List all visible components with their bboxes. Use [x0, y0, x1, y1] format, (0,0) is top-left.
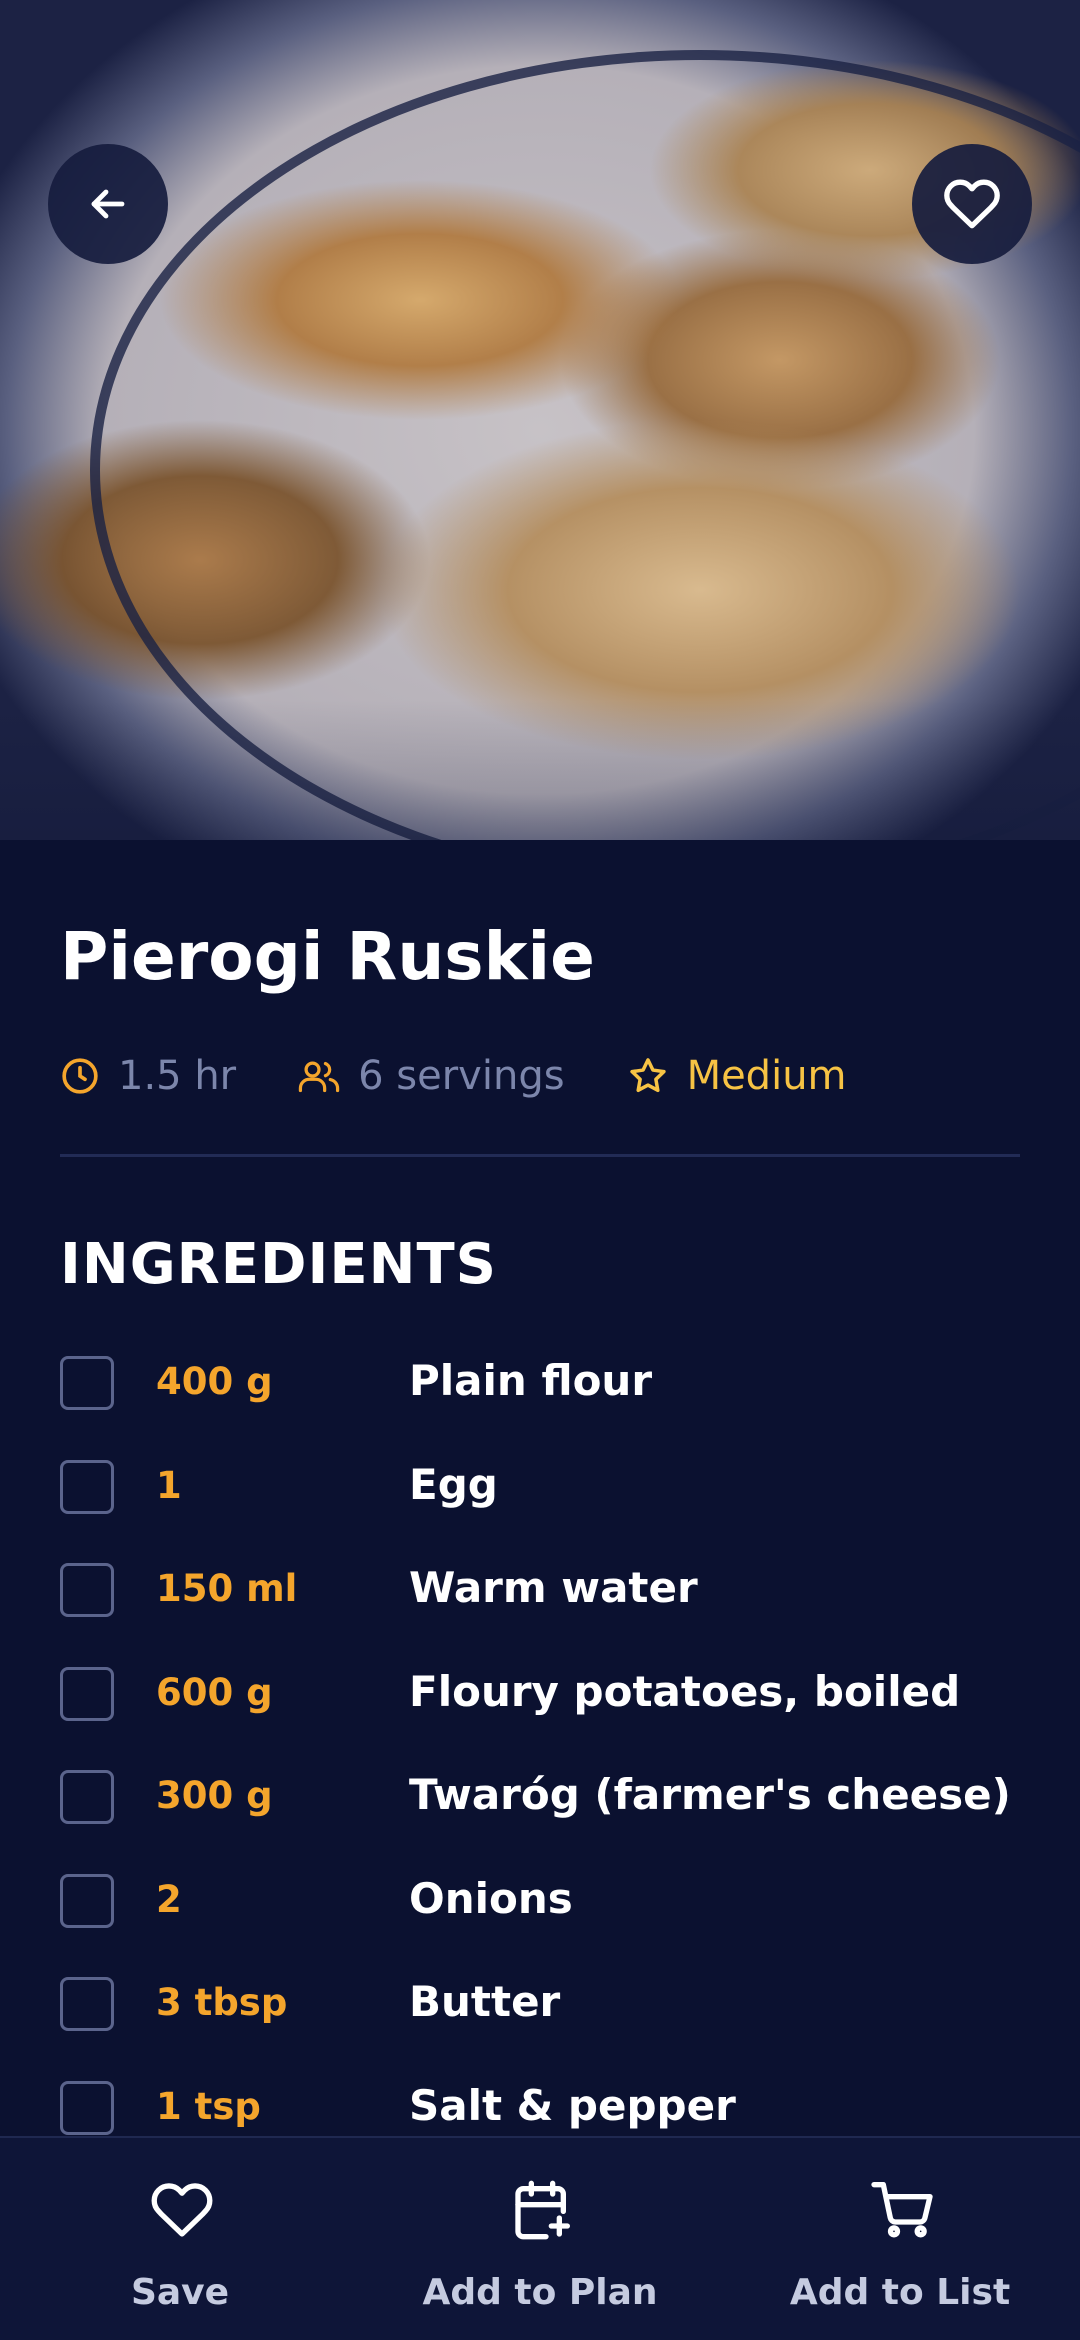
bottom-action-bar: Save Add to Plan Add to List: [0, 2136, 1080, 2340]
add-to-list-button[interactable]: Add to List: [720, 2138, 1080, 2340]
ingredient-name: Onions: [409, 1874, 573, 1923]
ingredient-checkbox[interactable]: [60, 1563, 114, 1617]
ingredient-row[interactable]: 3 tbsp Butter: [60, 1975, 1020, 2037]
back-button[interactable]: [48, 144, 168, 264]
cart-icon: [871, 2182, 933, 2238]
add-to-list-label: Add to List: [789, 2272, 1011, 2313]
ingredient-checkbox[interactable]: [60, 1977, 114, 2031]
difficulty-value: Medium: [686, 1053, 847, 1099]
ingredient-name: Twaróg (farmer's cheese): [409, 1770, 1011, 1819]
divider: [60, 1154, 1020, 1157]
time-info: 1.5 hr: [60, 1053, 236, 1099]
ingredient-checkbox[interactable]: [60, 1460, 114, 1514]
recipe-meta: 1.5 hr 6 servings Medium: [60, 1046, 909, 1106]
ingredient-quantity: 1: [156, 1464, 182, 1507]
ingredient-name: Butter: [409, 1977, 561, 2026]
ingredient-row[interactable]: 300 g Twaróg (farmer's cheese): [60, 1768, 1020, 1830]
ingredient-row[interactable]: 150 ml Warm water: [60, 1561, 1020, 1623]
ingredient-row[interactable]: 2 Onions: [60, 1872, 1020, 1934]
ingredient-quantity: 150 ml: [156, 1567, 298, 1610]
ingredient-quantity: 600 g: [156, 1671, 273, 1714]
calendar-plus-icon: [515, 2180, 570, 2240]
ingredient-quantity: 3 tbsp: [156, 1981, 288, 2024]
ingredient-checkbox[interactable]: [60, 1770, 114, 1824]
heart-icon: [944, 179, 1000, 229]
ingredient-name: Plain flour: [409, 1356, 653, 1405]
ingredient-checkbox[interactable]: [60, 1874, 114, 1928]
recipe-detail-screen: Pierogi Ruskie 1.5 hr 6 servings Medium …: [0, 0, 1080, 2340]
difficulty-info: Medium: [627, 1053, 847, 1099]
ingredient-row[interactable]: 600 g Floury potatoes, boiled: [60, 1665, 1020, 1727]
time-value: 1.5 hr: [118, 1053, 237, 1099]
hero-shade: [0, 700, 1080, 840]
arrow-left-icon: [91, 189, 125, 219]
ingredient-name: Warm water: [409, 1563, 698, 1612]
ingredient-quantity: 300 g: [156, 1774, 273, 1817]
heart-outline-icon: [151, 2183, 213, 2237]
save-label: Save: [130, 2272, 230, 2313]
add-to-plan-label: Add to Plan: [422, 2272, 658, 2313]
ingredient-checkbox[interactable]: [60, 1667, 114, 1721]
ingredient-name: Salt & pepper: [409, 2081, 736, 2130]
servings-value: 6 servings: [358, 1053, 565, 1099]
recipe-title: Pierogi Ruskie: [60, 918, 595, 995]
ingredient-row[interactable]: 1 tsp Salt & pepper: [60, 2079, 1020, 2141]
favorite-button[interactable]: [912, 144, 1032, 264]
clock-icon: [62, 1058, 98, 1094]
ingredient-name: Floury potatoes, boiled: [409, 1667, 961, 1716]
people-icon: [298, 1061, 340, 1093]
star-icon: [629, 1058, 666, 1093]
ingredient-row[interactable]: 1 Egg: [60, 1458, 1020, 1520]
servings-info: 6 servings: [298, 1053, 565, 1099]
ingredient-quantity: 400 g: [156, 1360, 273, 1403]
ingredient-quantity: 2: [156, 1878, 182, 1921]
ingredient-row[interactable]: 400 g Plain flour: [60, 1354, 1020, 1416]
ingredient-quantity: 1 tsp: [156, 2085, 261, 2128]
save-button[interactable]: Save: [0, 2138, 360, 2340]
add-to-plan-button[interactable]: Add to Plan: [360, 2138, 720, 2340]
hero-image: [0, 0, 1080, 840]
ingredients-heading: INGREDIENTS: [60, 1232, 498, 1297]
ingredient-name: Egg: [409, 1460, 498, 1509]
ingredient-checkbox[interactable]: [60, 1356, 114, 1410]
ingredient-checkbox[interactable]: [60, 2081, 114, 2135]
